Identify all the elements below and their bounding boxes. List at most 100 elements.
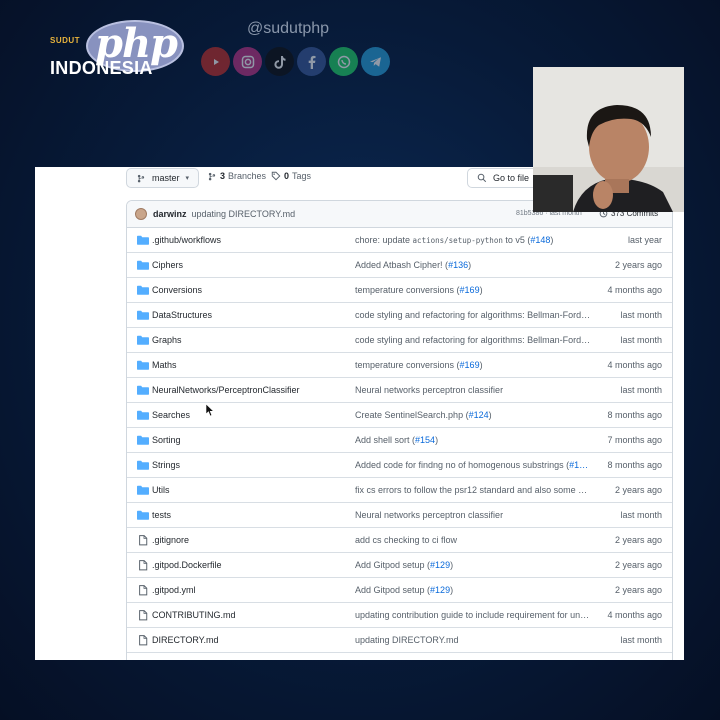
file-name-link[interactable]: DIRECTORY.md bbox=[152, 635, 219, 645]
presenter-image bbox=[533, 67, 684, 212]
file-name-link[interactable]: Searches bbox=[152, 410, 190, 420]
pull-request-link[interactable]: #129 bbox=[430, 560, 450, 570]
file-name-link[interactable]: .gitpod.yml bbox=[152, 585, 196, 595]
file-name-link[interactable]: Graphs bbox=[152, 335, 182, 345]
commit-text: fix cs errors to follow the psr12 standa… bbox=[355, 485, 591, 495]
file-icon bbox=[137, 585, 149, 596]
table-row: .gitpod.Dockerfile Add Gitpod setup (#129… bbox=[127, 553, 672, 578]
commit-date: 8 months ago bbox=[607, 460, 662, 470]
file-icon bbox=[137, 635, 149, 646]
chevron-down-icon: ▾ bbox=[185, 175, 190, 182]
github-repo-view: master ▾ 3 Branches 0 Tags Go to file da… bbox=[35, 167, 684, 660]
commit-date: 7 months ago bbox=[607, 435, 662, 445]
file-icon bbox=[137, 610, 149, 621]
logo-title: INDONESIA bbox=[50, 58, 153, 78]
commit-message-link[interactable]: Add Gitpod setup (#129) bbox=[355, 585, 591, 595]
commit-text: Added Atbash Cipher! ( bbox=[355, 260, 449, 270]
folder-icon bbox=[137, 335, 149, 346]
commit-message-link[interactable]: temperature conversions (#169) bbox=[355, 360, 591, 370]
commit-text: chore: update bbox=[355, 235, 413, 245]
branch-selector[interactable]: master ▾ bbox=[126, 168, 200, 188]
tags-label: Tags bbox=[292, 171, 312, 181]
file-icon bbox=[137, 560, 149, 571]
commit-code: actions/setup-python bbox=[412, 236, 503, 245]
commit-message-link[interactable]: Add Gitpod setup (#129) bbox=[355, 560, 591, 570]
file-name-link[interactable]: DataStructures bbox=[152, 310, 212, 320]
commit-message-link[interactable]: code styling and refactoring for algorit… bbox=[355, 335, 591, 345]
folder-icon bbox=[137, 510, 149, 521]
commit-message-link[interactable]: Create SentinelSearch.php (#124) bbox=[355, 410, 591, 420]
folder-icon bbox=[137, 435, 149, 446]
branch-icon bbox=[208, 172, 216, 181]
pull-request-link[interactable]: #154 bbox=[415, 435, 435, 445]
commit-date: 2 years ago bbox=[614, 485, 662, 495]
file-name-link[interactable]: NeuralNetworks/PerceptronClassifier bbox=[152, 385, 300, 395]
file-name-link[interactable]: Utils bbox=[152, 485, 170, 495]
folder-icon bbox=[137, 460, 149, 471]
file-table: darwinz updating DIRECTORY.md 81b5386 · … bbox=[126, 200, 673, 660]
commit-date: last month bbox=[620, 310, 662, 320]
commit-message-link[interactable]: Neural networks perceptron classifier bbox=[355, 385, 591, 395]
commit-message-link[interactable]: Added Atbash Cipher! (#136) bbox=[355, 260, 591, 270]
commit-date: last month bbox=[620, 335, 662, 345]
pull-request-link[interactable]: #169 bbox=[460, 285, 480, 295]
commit-message-link[interactable]: updating DIRECTORY.md bbox=[355, 635, 591, 645]
commit-message-link[interactable]: Neural networks perceptron classifier bbox=[355, 510, 591, 520]
commit-text: Add Gitpod setup ( bbox=[355, 560, 431, 570]
commit-date: last month bbox=[620, 635, 662, 645]
branches-count: 3 bbox=[220, 171, 226, 181]
commit-message-link[interactable]: code styling and refactoring for algorit… bbox=[355, 310, 591, 320]
commit-text: code styling and refactoring for algorit… bbox=[355, 335, 591, 345]
file-name-link[interactable]: Sorting bbox=[152, 435, 181, 445]
commit-text: Neural networks perceptron classifier bbox=[355, 385, 504, 395]
file-name-link[interactable]: Strings bbox=[152, 460, 180, 470]
pull-request-link[interactable]: #124 bbox=[469, 410, 489, 420]
tiktok-icon bbox=[265, 47, 294, 76]
file-name-link[interactable]: .github/workflows bbox=[152, 235, 221, 245]
commit-message-link[interactable]: Add shell sort (#154) bbox=[355, 435, 591, 445]
file-name-link[interactable]: Ciphers bbox=[152, 260, 183, 270]
youtube-icon bbox=[201, 47, 230, 76]
commit-text-3: ) bbox=[488, 410, 492, 420]
commit-message-link[interactable]: Added code for findng no of homogenous s… bbox=[355, 460, 591, 470]
pull-request-link[interactable]: #129 bbox=[430, 585, 450, 595]
pull-request-link[interactable]: #169 bbox=[460, 360, 480, 370]
commit-message-link[interactable]: updating contribution guide to include r… bbox=[355, 610, 591, 620]
branch-icon bbox=[137, 174, 145, 183]
commit-text: temperature conversions ( bbox=[355, 360, 460, 370]
table-row: Sorting Add shell sort (#154) 7 months ago bbox=[127, 428, 672, 453]
table-row: tests Neural networks perceptron classifi… bbox=[127, 503, 672, 528]
table-row: .gitignore add cs checking to ci flow 2 ye… bbox=[127, 528, 672, 553]
commit-message-link[interactable]: chore: update actions/setup-python to v5… bbox=[355, 235, 591, 245]
tags-link[interactable]: 0 Tags bbox=[271, 171, 311, 181]
pull-request-link[interactable]: #148 bbox=[530, 235, 550, 245]
mouse-cursor-icon bbox=[206, 404, 214, 416]
commit-message-link[interactable]: temperature conversions (#169) bbox=[355, 285, 591, 295]
file-name-link[interactable]: .gitpod.Dockerfile bbox=[152, 560, 222, 570]
commit-author[interactable]: darwinz bbox=[153, 209, 187, 219]
file-name-link[interactable]: tests bbox=[152, 510, 171, 520]
commit-text: updating DIRECTORY.md bbox=[355, 635, 459, 645]
file-name-link[interactable]: Conversions bbox=[152, 285, 202, 295]
file-name-link[interactable]: Maths bbox=[152, 360, 177, 370]
commit-text: temperature conversions ( bbox=[355, 285, 460, 295]
table-row: DIRECTORY.md updating DIRECTORY.md last mo… bbox=[127, 628, 672, 653]
file-name-link[interactable]: .gitignore bbox=[152, 535, 189, 545]
table-row: Utils fix cs errors to follow the psr12 s… bbox=[127, 478, 672, 503]
commit-message[interactable]: updating DIRECTORY.md bbox=[192, 209, 296, 219]
facebook-icon bbox=[297, 47, 326, 76]
pull-request-link[interactable]: #1… bbox=[569, 460, 588, 470]
folder-icon bbox=[137, 310, 149, 321]
commit-message-link[interactable]: fix cs errors to follow the psr12 standa… bbox=[355, 485, 591, 495]
commit-text-2: to v5 ( bbox=[502, 235, 531, 245]
commit-text: Create SentinelSearch.php ( bbox=[355, 410, 469, 420]
tag-icon bbox=[271, 171, 281, 181]
commit-message-link[interactable]: add cs checking to ci flow bbox=[355, 535, 591, 545]
file-name-link[interactable]: CONTRIBUTING.md bbox=[152, 610, 236, 620]
commit-text: code styling and refactoring for algorit… bbox=[355, 310, 591, 320]
commit-text-3: ) bbox=[435, 435, 439, 445]
pull-request-link[interactable]: #136 bbox=[448, 260, 468, 270]
branches-link[interactable]: 3 Branches bbox=[207, 171, 266, 181]
commit-date: last month bbox=[620, 385, 662, 395]
file-list: .github/workflows chore: update actions/s… bbox=[127, 228, 672, 653]
